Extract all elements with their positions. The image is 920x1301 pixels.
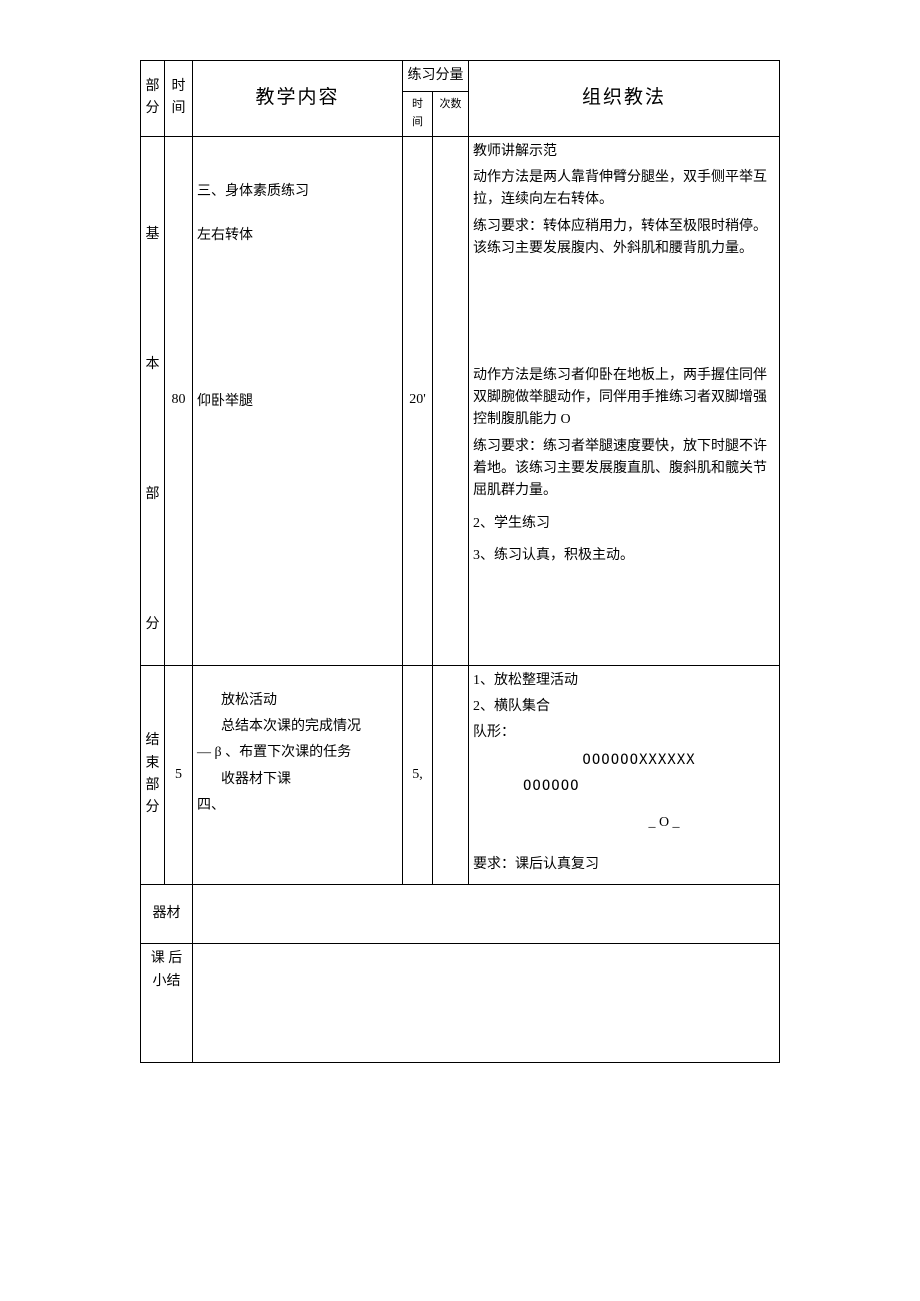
header-content: 教学内容 [193,61,403,137]
basic-time: 80 [165,136,193,665]
method1-l2: 动作方法是两人靠背伸臂分腿坐，双手侧平举互拉，连续向左右转体。 [473,167,775,212]
summary-row: 课 后 小结 [141,944,780,1063]
header-practice: 练习分量 [403,61,469,92]
header-part-1: 部 [145,76,160,98]
header-count: 次数 [433,92,469,136]
end-m-l2: 2、横队集合 [473,696,775,718]
basic-part-2: 本 [145,354,160,376]
end-count [433,665,469,885]
basic-content-item2: 仰卧举腿 [197,391,398,413]
summary-label: 课 后 小结 [141,944,193,1063]
end-c3: — β 、布置下次课的任务 [197,742,398,764]
end-part-label: 结 束 部 分 [141,665,165,885]
end-diag3: _ O _ [473,812,775,834]
end-content: 放松活动 总结本次课的完成情况 — β 、布置下次课的任务 收器材下课 四、 [193,665,403,885]
header-method: 组织教法 [469,61,780,137]
header-row-1: 部 分 时 间 教学内容 练习分量 组织教法 [141,61,780,92]
basic-part-3: 部 [145,484,160,506]
method1-l3: 练习要求：转体应稍用力，转体至极限时稍停。该练习主要发展腹内、外斜肌和腰背肌力量… [473,216,775,261]
end-diag2: OOOOOO [473,775,775,797]
end-time: 5 [165,665,193,885]
summary-content [193,944,780,1063]
end-part-1: 结 束 [146,733,160,770]
equipment-row: 器材 [141,885,780,944]
summary-l2: 小结 [153,974,181,989]
basic-method: 教师讲解示范 动作方法是两人靠背伸臂分腿坐，双手侧平举互拉，连续向左右转体。 练… [469,136,780,665]
end-section-row: 结 束 部 分 5 放松活动 总结本次课的完成情况 — β 、布置下次课的任务 … [141,665,780,885]
basic-content-item1: 左右转体 [197,225,398,247]
method2-l4: 3、练习认真，积极主动。 [473,545,775,567]
method1-l1: 教师讲解示范 [473,141,775,163]
method2-l3: 2、学生练习 [473,513,775,535]
basic-part-1: 基 [145,224,160,246]
end-subtime: 5, [403,665,433,885]
end-c4: 收器材下课 [197,769,398,791]
header-part: 部 分 [141,61,165,137]
summary-l1: 课 后 [151,951,183,966]
basic-count [433,136,469,665]
end-m-l4: 要求：课后认真复习 [473,854,775,876]
basic-content-title: 三、身体素质练习 [197,181,398,203]
lesson-plan-table: 部 分 时 间 教学内容 练习分量 组织教法 时间 次数 基 本 部 分 80 [140,60,780,1063]
basic-content: 三、身体素质练习 左右转体 仰卧举腿 [193,136,403,665]
end-c5: 四、 [197,795,398,817]
header-time-2: 间 [169,98,188,120]
end-m-l1: 1、放松整理活动 [473,670,775,692]
equipment-label: 器材 [141,885,193,944]
header-time: 时 间 [165,61,193,137]
basic-section-row: 基 本 部 分 80 三、身体素质练习 左右转体 仰卧举腿 20' 教师讲解示范… [141,136,780,665]
end-part-2: 部 分 [146,778,160,815]
method2-l2: 练习要求：练习者举腿速度要快，放下时腿不许着地。该练习主要发展腹直肌、腹斜肌和髋… [473,436,775,503]
method2-l1: 动作方法是练习者仰卧在地板上，两手握住同伴双脚腕做举腿动作，同伴用手推练习者双脚… [473,365,775,432]
equipment-content [193,885,780,944]
end-diag1: OOOOOOXXXXXX [473,749,775,771]
basic-part-label: 基 本 部 分 [141,136,165,665]
header-time-1: 时 [169,76,188,98]
header-subtime: 时间 [403,92,433,136]
end-c2: 总结本次课的完成情况 [197,716,398,738]
end-c1: 放松活动 [197,690,398,712]
basic-part-4: 分 [145,614,160,636]
end-m-l3: 队形： [473,722,775,744]
header-part-2: 分 [145,98,160,120]
end-method: 1、放松整理活动 2、横队集合 队形： OOOOOOXXXXXX OOOOOO … [469,665,780,885]
basic-subtime: 20' [403,136,433,665]
